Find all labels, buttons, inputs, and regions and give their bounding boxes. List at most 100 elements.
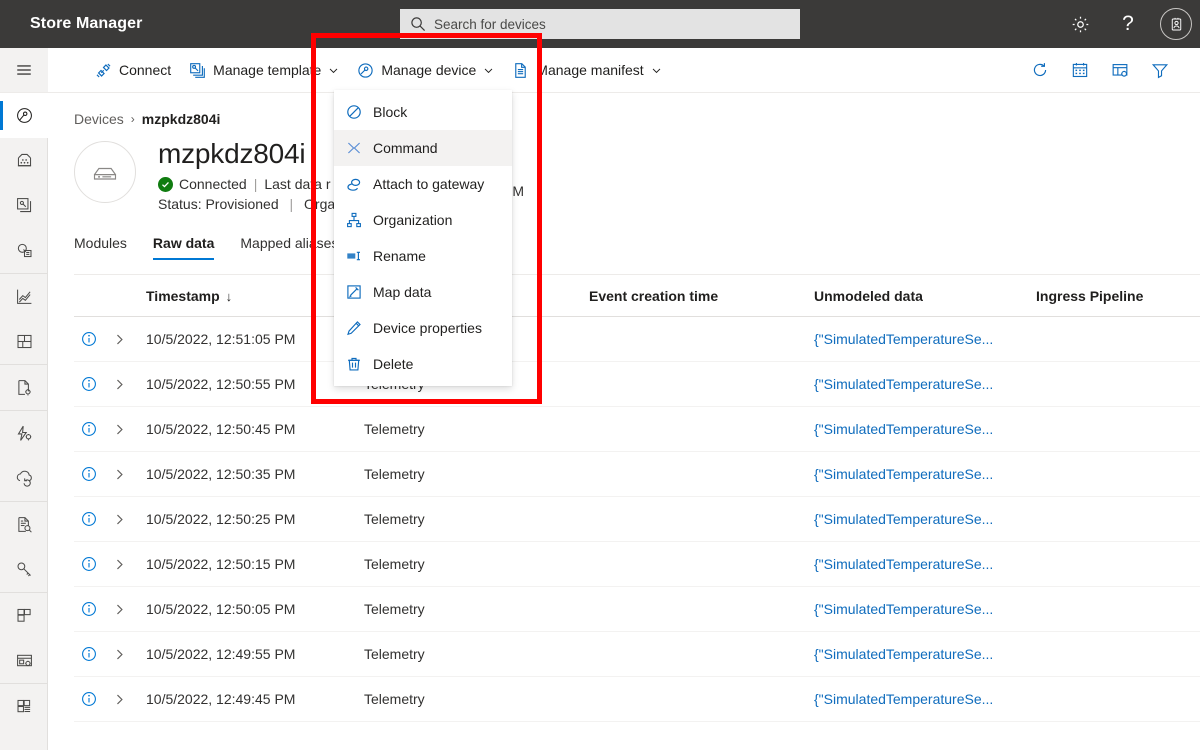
sidebar-item-devices[interactable] bbox=[0, 93, 48, 138]
block-icon bbox=[346, 104, 362, 120]
menu-item-attach-to-gateway[interactable]: Attach to gateway bbox=[334, 166, 512, 202]
cell-message-type: Telemetry bbox=[364, 466, 589, 482]
table-row[interactable]: 10/5/2022, 12:49:55 PMTelemetry{"Simulat… bbox=[74, 632, 1200, 677]
row-expand-icon[interactable] bbox=[104, 423, 134, 436]
sidebar-item-rules[interactable] bbox=[0, 411, 48, 456]
cell-unmodeled-data[interactable]: {"SimulatedTemperatureSe... bbox=[814, 376, 1036, 392]
sidebar-item-device-groups[interactable] bbox=[0, 138, 48, 183]
table-header-row: Timestamp↓ Message type Event creation t… bbox=[74, 275, 1200, 317]
table-row[interactable]: 10/5/2022, 12:50:25 PMTelemetry{"Simulat… bbox=[74, 497, 1200, 542]
cell-message-type: Telemetry bbox=[364, 556, 589, 572]
cell-unmodeled-data[interactable]: {"SimulatedTemperatureSe... bbox=[814, 556, 1036, 572]
hamburger-icon[interactable] bbox=[0, 48, 48, 93]
table-row[interactable]: 10/5/2022, 12:51:05 PMTelemetry{"Simulat… bbox=[74, 317, 1200, 362]
sidebar-item-data-explorer[interactable] bbox=[0, 228, 48, 273]
table-row[interactable]: 10/5/2022, 12:50:35 PMTelemetry {"Simulat… bbox=[74, 452, 1200, 497]
column-header-ingress-pipeline[interactable]: Ingress Pipeline bbox=[1036, 288, 1200, 304]
row-info-icon[interactable] bbox=[74, 691, 104, 707]
cell-message-type: Telemetry bbox=[364, 421, 589, 437]
menu-item-command[interactable]: Command bbox=[334, 130, 512, 166]
sidebar-item-jobs[interactable] bbox=[0, 456, 48, 501]
search-icon bbox=[410, 16, 426, 32]
row-info-icon[interactable] bbox=[74, 556, 104, 572]
sidebar-item-data-export[interactable] bbox=[0, 365, 48, 410]
sidebar-item-extensions[interactable] bbox=[0, 593, 48, 638]
menu-item-block[interactable]: Block bbox=[334, 94, 512, 130]
filter-icon[interactable] bbox=[1140, 48, 1180, 92]
cell-unmodeled-data[interactable]: {"SimulatedTemperatureSe... bbox=[814, 601, 1036, 617]
column-header-timestamp[interactable]: Timestamp↓ bbox=[134, 288, 364, 304]
connect-button[interactable]: Connect bbox=[86, 48, 180, 92]
row-info-icon[interactable] bbox=[74, 466, 104, 482]
table-row[interactable]: 10/5/2022, 12:49:45 PMTelemetry{"Simulat… bbox=[74, 677, 1200, 722]
manage-device-button[interactable]: Manage device bbox=[348, 48, 503, 92]
cell-unmodeled-data[interactable]: {"SimulatedTemperatureSe... bbox=[814, 466, 1036, 482]
row-expand-icon[interactable] bbox=[104, 648, 134, 661]
table-row[interactable]: 10/5/2022, 12:50:05 PMTelemetry{"Simulat… bbox=[74, 587, 1200, 632]
row-info-icon[interactable] bbox=[74, 646, 104, 662]
row-info-icon[interactable] bbox=[74, 376, 104, 392]
menu-item-delete-label: Delete bbox=[373, 356, 413, 372]
cell-timestamp: 10/5/2022, 12:50:35 PM bbox=[134, 466, 364, 482]
tab-modules[interactable]: Modules bbox=[74, 235, 127, 260]
calendar-icon[interactable] bbox=[1060, 48, 1100, 92]
sidebar-item-dashboards[interactable] bbox=[0, 319, 48, 364]
header-actions: ? bbox=[1056, 0, 1200, 48]
menu-item-block-label: Block bbox=[373, 104, 407, 120]
breadcrumb-separator: › bbox=[131, 112, 135, 126]
column-options-icon[interactable] bbox=[1100, 48, 1140, 92]
tab-raw-data[interactable]: Raw data bbox=[153, 235, 214, 260]
cell-message-type: Telemetry bbox=[364, 691, 589, 707]
manage-template-label: Manage template bbox=[213, 62, 321, 78]
manage-template-button[interactable]: Manage template bbox=[180, 48, 348, 92]
column-header-unmodeled-data[interactable]: Unmodeled data bbox=[814, 288, 1036, 304]
row-info-icon[interactable] bbox=[74, 511, 104, 527]
row-expand-icon[interactable] bbox=[104, 513, 134, 526]
refresh-icon[interactable] bbox=[1020, 48, 1060, 92]
menu-item-rename[interactable]: Rename bbox=[334, 238, 512, 274]
row-expand-icon[interactable] bbox=[104, 333, 134, 346]
gear-icon[interactable] bbox=[1056, 0, 1104, 48]
breadcrumb-root[interactable]: Devices bbox=[74, 111, 124, 127]
menu-item-device-properties[interactable]: Device properties bbox=[334, 310, 512, 346]
table-row[interactable]: 10/5/2022, 12:50:55 PMTelemetry{"Simulat… bbox=[74, 362, 1200, 407]
tab-mapped-aliases[interactable]: Mapped aliases bbox=[240, 235, 338, 260]
search-box[interactable]: Search for devices bbox=[400, 9, 800, 39]
table-row[interactable]: 10/5/2022, 12:50:45 PMTelemetry{"Simulat… bbox=[74, 407, 1200, 452]
column-header-event-creation-time[interactable]: Event creation time bbox=[589, 288, 814, 304]
menu-item-command-label: Command bbox=[373, 140, 438, 156]
row-expand-icon[interactable] bbox=[104, 603, 134, 616]
menu-item-map-data[interactable]: Map data bbox=[334, 274, 512, 310]
left-nav-rail bbox=[0, 48, 48, 750]
device-properties-icon bbox=[346, 320, 362, 336]
row-expand-icon[interactable] bbox=[104, 468, 134, 481]
cell-unmodeled-data[interactable]: {"SimulatedTemperatureSe... bbox=[814, 646, 1036, 662]
page-content: Devices › mzpkdz804i mzpkdz804i bbox=[48, 93, 1200, 750]
sidebar-item-permissions[interactable] bbox=[0, 547, 48, 592]
row-info-icon[interactable] bbox=[74, 331, 104, 347]
cell-unmodeled-data[interactable]: {"SimulatedTemperatureSe... bbox=[814, 421, 1036, 437]
cell-timestamp: 10/5/2022, 12:50:25 PM bbox=[134, 511, 364, 527]
sidebar-item-device-templates[interactable] bbox=[0, 183, 48, 228]
sidebar-item-customize-app[interactable] bbox=[0, 684, 48, 729]
row-info-icon[interactable] bbox=[74, 421, 104, 437]
cell-unmodeled-data[interactable]: {"SimulatedTemperatureSe... bbox=[814, 691, 1036, 707]
row-expand-icon[interactable] bbox=[104, 378, 134, 391]
sidebar-item-file-search[interactable] bbox=[0, 502, 48, 547]
cell-unmodeled-data[interactable]: {"SimulatedTemperatureSe... bbox=[814, 511, 1036, 527]
row-info-icon[interactable] bbox=[74, 601, 104, 617]
table-row[interactable]: 10/5/2022, 12:50:15 PMTelemetry{"Simulat… bbox=[74, 542, 1200, 587]
row-expand-icon[interactable] bbox=[104, 693, 134, 706]
menu-item-organization[interactable]: Organization bbox=[334, 202, 512, 238]
device-status-line-2: Status: Provisioned | Orga bbox=[158, 196, 335, 212]
chevron-down-icon bbox=[651, 65, 662, 76]
sidebar-item-analytics[interactable] bbox=[0, 274, 48, 319]
help-icon[interactable]: ? bbox=[1104, 0, 1152, 48]
page-title: mzpkdz804i bbox=[158, 137, 335, 171]
manage-manifest-button[interactable]: Manage manifest bbox=[503, 48, 670, 92]
menu-item-delete[interactable]: Delete bbox=[334, 346, 512, 382]
sidebar-item-app-settings[interactable] bbox=[0, 638, 48, 683]
account-icon[interactable] bbox=[1152, 0, 1200, 48]
row-expand-icon[interactable] bbox=[104, 558, 134, 571]
cell-unmodeled-data[interactable]: {"SimulatedTemperatureSe... bbox=[814, 331, 1036, 347]
